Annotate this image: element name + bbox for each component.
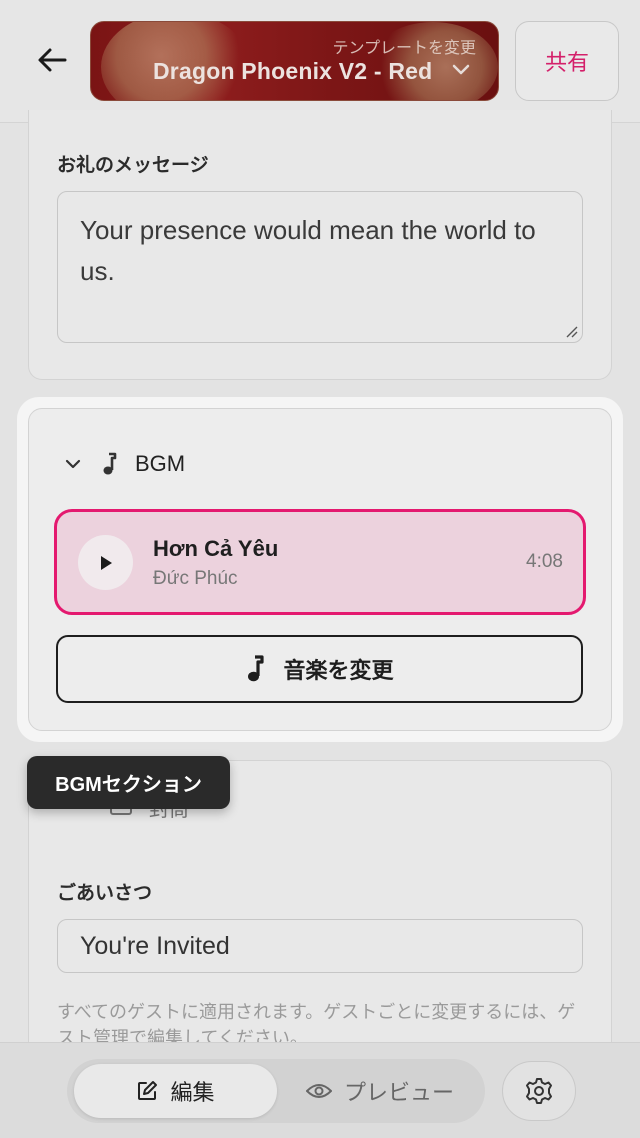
- bgm-highlight: BGM Hơn Cả Yêu Đức Phúc 4:08 音楽を変更: [17, 397, 623, 742]
- chevron-down-icon: [452, 64, 470, 75]
- change-music-label: 音楽を変更: [283, 658, 394, 683]
- preview-tab[interactable]: プレビュー: [282, 1064, 478, 1118]
- thanks-message-textarea[interactable]: Your presence would mean the world to us…: [57, 191, 583, 343]
- selected-song-card[interactable]: Hơn Cả Yêu Đức Phúc 4:08: [54, 509, 586, 615]
- back-button[interactable]: [32, 40, 72, 80]
- share-button[interactable]: 共有: [515, 21, 619, 101]
- envelope-card: 封筒 ごあいさつ You're Invited すべてのゲストに適用されます。ゲ…: [28, 760, 612, 1090]
- bottom-navigation: 編集 プレビュー: [0, 1042, 640, 1138]
- thanks-message-label: お礼のメッセージ: [57, 155, 209, 176]
- bgm-title: BGM: [135, 451, 186, 476]
- play-button[interactable]: [78, 535, 133, 590]
- music-note-icon: [248, 655, 265, 682]
- preview-tab-label: プレビュー: [343, 1080, 454, 1105]
- template-name: Dragon Phoenix V2 - Red: [153, 58, 433, 84]
- edit-tab[interactable]: 編集: [74, 1064, 277, 1118]
- mode-segmented-control: 編集 プレビュー: [67, 1059, 485, 1123]
- message-card: お礼のメッセージ Your presence would mean the wo…: [28, 110, 612, 380]
- thanks-message-text: Your presence would mean the world to us…: [80, 215, 536, 286]
- template-selector-button[interactable]: テンプレートを変更 Dragon Phoenix V2 - Red: [90, 21, 499, 101]
- settings-button[interactable]: [502, 1061, 576, 1121]
- eye-icon: [305, 1084, 332, 1098]
- play-icon: [100, 555, 112, 570]
- song-artist: Đức Phúc: [153, 568, 238, 589]
- greeting-input-value: You're Invited: [80, 932, 230, 960]
- top-header: テンプレートを変更 Dragon Phoenix V2 - Red 共有: [0, 0, 640, 123]
- arrow-left-icon: [38, 48, 67, 72]
- chevron-down-icon: [65, 459, 81, 469]
- music-note-icon: [103, 452, 117, 475]
- change-music-button[interactable]: 音楽を変更: [56, 635, 583, 703]
- song-duration: 4:08: [526, 551, 563, 572]
- template-caption: テンプレートを変更: [332, 40, 476, 57]
- greeting-input[interactable]: You're Invited: [57, 919, 583, 973]
- bgm-section-tooltip: BGMセクション: [27, 756, 230, 809]
- bgm-section: BGM Hơn Cả Yêu Đức Phúc 4:08 音楽を変更: [28, 408, 612, 731]
- edit-icon: [138, 1081, 158, 1100]
- bgm-section-header[interactable]: BGM: [65, 449, 185, 479]
- resize-grip-icon[interactable]: [564, 324, 578, 338]
- edit-tab-label: 編集: [170, 1080, 215, 1105]
- gear-icon: [526, 1078, 552, 1104]
- song-title: Hơn Cả Yêu: [153, 536, 279, 561]
- greeting-label: ごあいさつ: [57, 883, 153, 904]
